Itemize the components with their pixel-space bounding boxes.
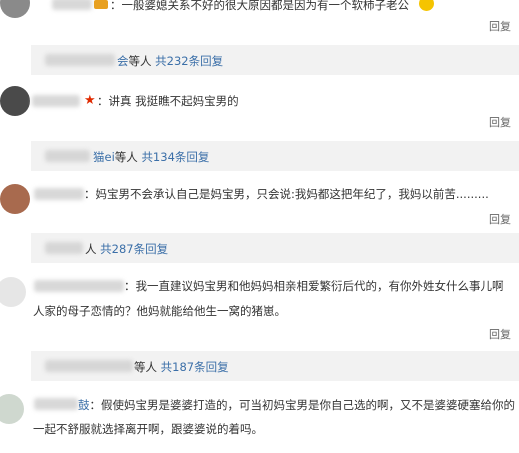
reply-username-blurred[interactable]	[45, 150, 90, 162]
comment-body: 假使妈宝男是婆婆打造的，可当初妈宝男是你自己选的啊，又不是婆婆硬塞给你的	[101, 398, 515, 412]
replies-summary[interactable]: 会等人 共232条回复	[31, 45, 519, 75]
reply-others-label: 人	[85, 242, 97, 256]
comment-text-line-2: 一起不舒服就选择离开啊，跟婆婆说的着吗。	[33, 422, 263, 436]
comment-body: 我一直建议妈宝男和他妈妈相亲相爱繁衍后代的，有你外姓女什么事儿啊	[135, 279, 504, 293]
reply-count-link[interactable]: 共287条回复	[100, 242, 168, 256]
reply-count-link[interactable]: 共187条回复	[161, 360, 229, 374]
reply-link[interactable]: 回复	[489, 114, 511, 130]
avatar[interactable]	[0, 86, 30, 116]
reply-link[interactable]: 回复	[489, 211, 511, 227]
reply-username-blurred[interactable]	[45, 242, 83, 254]
smile-emoji-icon	[419, 0, 434, 11]
username-blurred[interactable]	[52, 0, 92, 10]
comment-feed: ：一般婆媳关系不好的很大原因都是因为有一个软柿子老公 回复 会等人 共232条回…	[0, 0, 519, 453]
avatar[interactable]	[0, 277, 26, 307]
comment-text-line-1: ：我一直建议妈宝男和他妈妈相亲相爱繁衍后代的，有你外姓女什么事儿啊	[124, 279, 504, 293]
reply-user-name[interactable]: 会	[117, 54, 129, 68]
star-badge-icon: ★	[84, 93, 96, 108]
comment-text: ：妈宝男不会承认自己是妈宝男，只会说:我妈都这把年纪了，我妈以前苦.......…	[84, 187, 489, 201]
comment-text: ：讲真 我挺瞧不起妈宝男的	[97, 94, 239, 108]
username-blurred[interactable]	[34, 188, 84, 200]
comment-body: 妈宝男不会承认自己是妈宝男，只会说:我妈都这把年纪了，我妈以前苦........…	[95, 187, 489, 201]
reply-link[interactable]: 回复	[489, 18, 511, 34]
reply-others-label: 等人	[134, 360, 157, 374]
reply-count-link[interactable]: 共232条回复	[155, 54, 223, 68]
replies-summary[interactable]: 人 共287条回复	[31, 233, 519, 263]
avatar[interactable]	[0, 394, 24, 424]
username-blurred[interactable]	[34, 280, 124, 292]
reply-user-name[interactable]: 猫ei	[93, 150, 115, 164]
reply-others-label: 等人	[128, 54, 152, 68]
reply-count-link[interactable]: 共134条回复	[141, 150, 209, 164]
comment-body: 讲真 我挺瞧不起妈宝男的	[108, 94, 239, 108]
reply-username-blurred[interactable]	[45, 54, 115, 66]
reply-others-label: 等人	[114, 150, 138, 164]
comment-text-line-2: 人家的母子恋情的？他妈就能给他生一窝的猪崽。	[33, 304, 286, 318]
username-blurred[interactable]	[34, 398, 78, 410]
vip-badge-icon	[94, 0, 108, 9]
username-suffix[interactable]: 鼓	[78, 398, 90, 412]
avatar[interactable]	[0, 0, 30, 18]
replies-summary[interactable]: 猫ei等人 共134条回复	[31, 141, 519, 171]
username-blurred[interactable]	[32, 95, 80, 107]
reply-username-blurred[interactable]	[45, 360, 133, 372]
avatar[interactable]	[0, 184, 30, 214]
replies-summary[interactable]: 等人 共187条回复	[31, 351, 519, 381]
comment-text-line-1: 鼓：假使妈宝男是婆婆打造的，可当初妈宝男是你自己选的啊，又不是婆婆硬塞给你的	[78, 398, 515, 412]
reply-link[interactable]: 回复	[489, 326, 511, 342]
comment-body: 一般婆媳关系不好的很大原因都是因为有一个软柿子老公	[121, 0, 410, 12]
comment-text: ：一般婆媳关系不好的很大原因都是因为有一个软柿子老公	[110, 0, 410, 12]
